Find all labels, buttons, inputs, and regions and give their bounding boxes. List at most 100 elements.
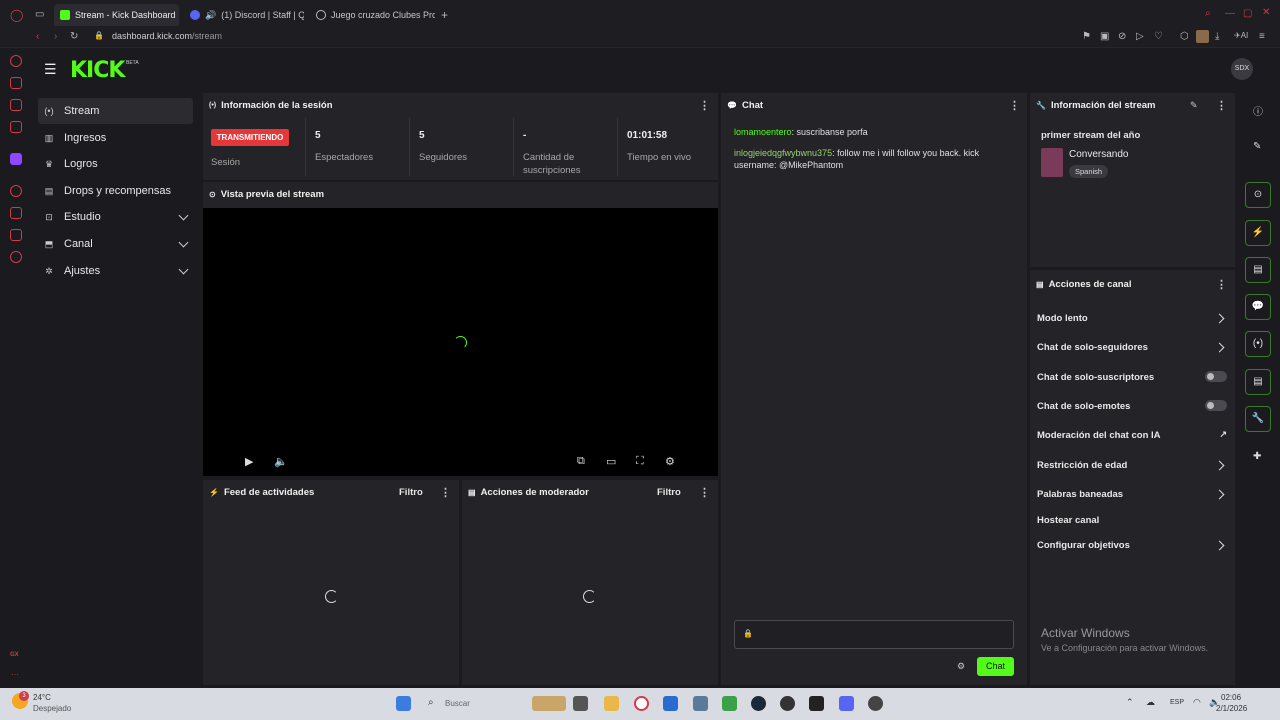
theater-mode-icon[interactable]: ▭ (606, 455, 616, 468)
sidebar-control-icon[interactable] (10, 55, 22, 67)
onedrive-icon[interactable]: ☁ (1146, 697, 1155, 708)
snapshot-icon[interactable]: ▣ (1100, 31, 1109, 42)
clock-time[interactable]: 02:06 (1221, 693, 1241, 702)
settings-icon[interactable]: ⚙ (665, 455, 675, 468)
moderator-menu-icon[interactable]: ⋮ (699, 486, 710, 499)
activity-menu-icon[interactable]: ⋮ (440, 486, 451, 499)
file-explorer-icon[interactable] (604, 696, 619, 711)
epic-games-icon[interactable] (809, 696, 824, 711)
channel-actions-menu-icon[interactable]: ⋮ (1216, 278, 1227, 291)
hamburger-menu-icon[interactable]: ☰ (44, 61, 57, 78)
extensions-icon[interactable]: ⬡ (1180, 31, 1189, 42)
chat-menu-icon[interactable]: ⋮ (1009, 99, 1020, 112)
action-hostear-canal[interactable]: Hostear canal (1037, 515, 1229, 526)
add-widget-icon[interactable]: ✚ (1253, 451, 1261, 462)
profile-avatar[interactable] (1196, 30, 1209, 43)
chat-send-button[interactable]: Chat (977, 657, 1014, 676)
tab-kick-dashboard[interactable]: Stream - Kick Dashboard (54, 4, 179, 26)
heart-icon[interactable]: ♡ (1154, 31, 1163, 42)
rail-log-icon[interactable]: ▤ (1245, 257, 1271, 283)
chat-username[interactable]: inlogjeiedqgfwybwnu375 (734, 148, 832, 158)
forward-icon[interactable]: › (54, 31, 57, 42)
activity-filter-button[interactable]: Filtro (399, 487, 423, 498)
pip-icon[interactable]: ⧉ (577, 455, 585, 468)
maximize-icon[interactable]: ▢ (1243, 8, 1252, 19)
wifi-icon[interactable]: ◠ (1193, 697, 1201, 708)
sidebar-item-ajustes[interactable]: ✲ Ajustes (38, 258, 193, 284)
chrome-icon[interactable] (780, 696, 795, 711)
session-menu-icon[interactable]: ⋮ (699, 99, 710, 112)
chat-input[interactable]: 🔒 (734, 620, 1014, 649)
user-avatar[interactable]: SDX (1231, 58, 1253, 80)
xbox-icon[interactable] (722, 696, 737, 711)
sidebar-cart-icon[interactable] (10, 77, 22, 89)
rail-broadcast-icon[interactable]: (•) (1245, 331, 1271, 357)
action-restriccion-edad[interactable]: Restricción de edad (1037, 460, 1229, 471)
tab-overview-icon[interactable]: ▭ (35, 9, 44, 20)
play-icon[interactable]: ▷ (1136, 31, 1144, 42)
sidebar-player-icon[interactable] (10, 185, 22, 197)
edit-icon[interactable]: ✎ (1190, 100, 1198, 111)
download-icon[interactable]: ⤓ (1215, 31, 1219, 42)
subscribers-only-toggle[interactable] (1205, 371, 1227, 382)
sidebar-item-stream[interactable]: (•) Stream (38, 98, 193, 124)
action-palabras-baneadas[interactable]: Palabras baneadas (1037, 489, 1229, 500)
store-icon[interactable] (663, 696, 678, 711)
action-solo-seguidores[interactable]: Chat de solo-seguidores (1037, 342, 1229, 353)
action-configurar-objetivos[interactable]: Configurar objetivos (1037, 540, 1229, 551)
rail-channel-icon[interactable]: ▤ (1245, 369, 1271, 395)
rail-wrench-icon[interactable]: 🔧 (1245, 406, 1271, 432)
action-modo-lento[interactable]: Modo lento (1037, 313, 1229, 324)
sidebar-extensions-icon[interactable] (10, 229, 22, 241)
sidebar-news-icon[interactable] (10, 121, 22, 133)
stream-info-menu-icon[interactable]: ⋮ (1216, 99, 1227, 112)
sidebar-twitch-icon[interactable] (10, 153, 22, 165)
moderator-filter-button[interactable]: Filtro (657, 487, 681, 498)
adblock-icon[interactable]: ⊘ (1118, 31, 1126, 42)
aria-ai-button[interactable]: ✈AI (1234, 31, 1248, 40)
chat-settings-icon[interactable]: ⚙ (957, 661, 965, 672)
sidebar-settings-icon[interactable] (10, 251, 22, 263)
reload-icon[interactable]: ↻ (70, 31, 78, 42)
sidebar-store-icon[interactable] (10, 99, 22, 111)
more-icon[interactable]: ··· (11, 670, 19, 679)
action-moderacion-ia[interactable]: Moderación del chat con IA ↗ (1037, 429, 1229, 441)
sidebar-item-drops[interactable]: ▤ Drops y recompensas (38, 178, 193, 204)
sidebar-item-estudio[interactable]: ⊡ Estudio (38, 204, 193, 230)
chat-username[interactable]: lomamoentero (734, 127, 792, 137)
tray-expand-icon[interactable]: ⌃ (1126, 697, 1134, 708)
rail-chat-icon[interactable]: 💬 (1245, 294, 1271, 320)
rail-activity-icon[interactable]: ⚡ (1245, 220, 1271, 246)
bookmark-icon[interactable]: ⚑ (1082, 31, 1091, 42)
new-tab-icon[interactable]: + (441, 8, 448, 22)
emotes-only-toggle[interactable] (1205, 400, 1227, 411)
clock-date[interactable]: 2/1/2026 (1216, 704, 1247, 713)
url-text[interactable]: dashboard.kick.com/stream (112, 31, 222, 41)
tab-discord[interactable]: 🔊 (1) Discord | Staff | Qu (184, 4, 304, 26)
sidebar-item-ingresos[interactable]: ▥ Ingresos (38, 125, 193, 151)
search-tabs-icon[interactable]: ⌕ (1205, 8, 1211, 19)
language-indicator[interactable]: ESP (1170, 699, 1184, 706)
task-view-icon[interactable] (573, 696, 588, 711)
sidebar-history-icon[interactable] (10, 207, 22, 219)
opera-logo-icon[interactable]: ◯ (10, 8, 23, 22)
rail-preview-icon[interactable]: ⊙ (1245, 182, 1271, 208)
windows-start-icon[interactable] (396, 696, 411, 711)
taskbar-search[interactable]: Buscar (445, 699, 470, 708)
pencil-icon[interactable]: ✎ (1253, 141, 1261, 152)
info-icon[interactable]: ⓘ (1253, 103, 1263, 118)
volume-icon[interactable]: 🔈 (274, 455, 288, 468)
discord-icon[interactable] (839, 696, 854, 711)
minimize-icon[interactable]: — (1225, 8, 1235, 19)
fullscreen-icon[interactable]: ⛶ (636, 455, 644, 468)
back-icon[interactable]: ‹ (36, 31, 39, 42)
category-name[interactable]: Conversando (1069, 149, 1128, 160)
kick-logo[interactable]: KICK (70, 58, 125, 83)
tab-clubes-pro[interactable]: Juego cruzado Clubes Pro (310, 4, 435, 26)
search-icon[interactable]: ⌕ (428, 697, 434, 708)
easy-setup-icon[interactable]: ≡ (1259, 31, 1265, 42)
close-window-icon[interactable]: ✕ (1262, 7, 1270, 18)
sidebar-item-canal[interactable]: ⬒ Canal (38, 231, 193, 257)
sidebar-item-logros[interactable]: ♛ Logros (38, 151, 193, 177)
settings-app-icon[interactable] (693, 696, 708, 711)
